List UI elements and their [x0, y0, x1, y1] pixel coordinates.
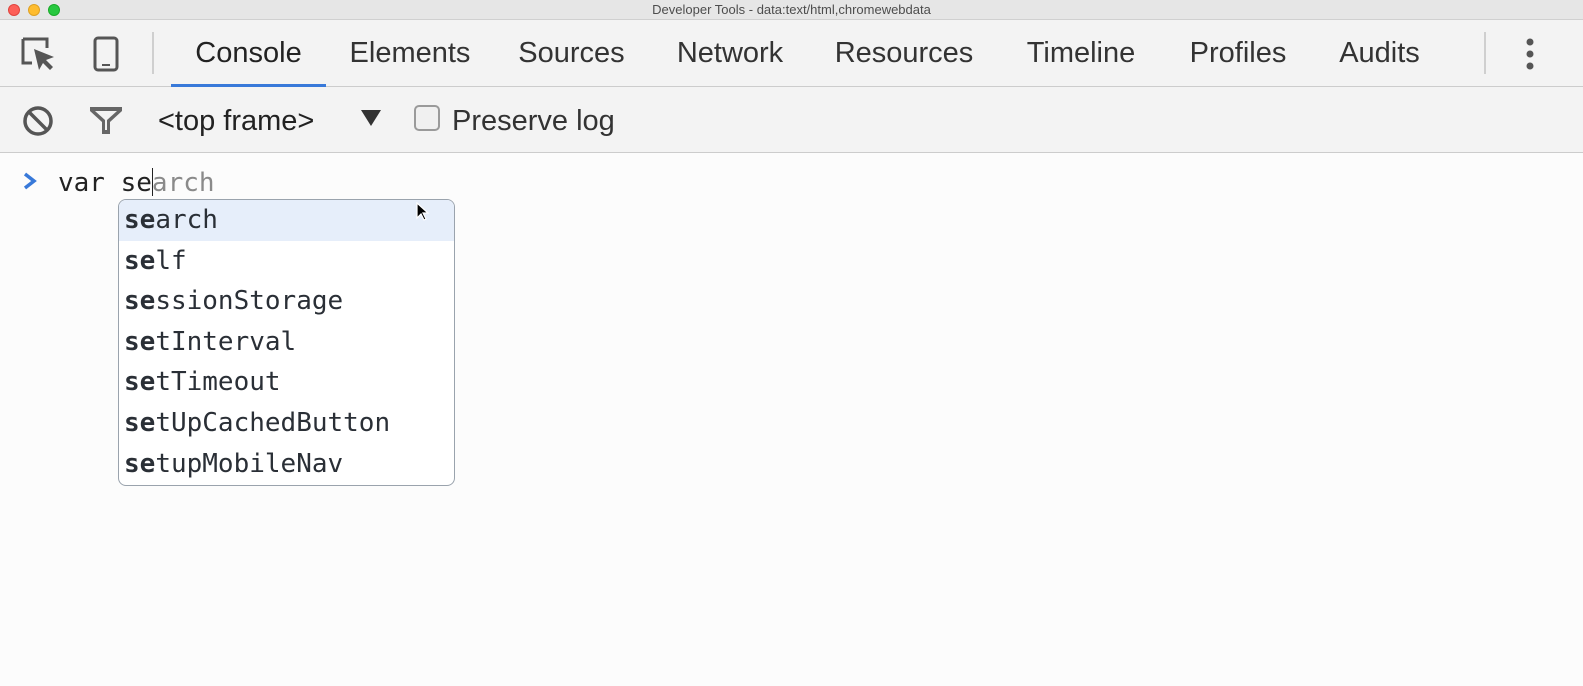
- autocomplete-item-prefix: se: [124, 205, 156, 235]
- autocomplete-item[interactable]: sessionStorage: [119, 281, 454, 322]
- autocomplete-item-prefix: se: [124, 326, 156, 357]
- autocomplete-item[interactable]: search: [119, 200, 454, 241]
- toolbar-divider: [1484, 32, 1486, 74]
- console-input-text: var se: [58, 168, 152, 198]
- console-prompt: [22, 171, 38, 196]
- inspect-element-icon: [21, 37, 54, 70]
- autocomplete-item[interactable]: setUpCachedButton: [119, 403, 454, 444]
- autocomplete-item-rest: arch: [155, 205, 218, 235]
- mouse-pointer: [416, 201, 430, 227]
- autocomplete-dropdown[interactable]: search self sessionStorage setInterval s…: [118, 199, 455, 486]
- prompt-chevron-icon: [23, 172, 37, 190]
- clear-console-button[interactable]: [18, 101, 58, 141]
- console-panel[interactable]: var search search self sessionStorage se…: [0, 153, 1583, 686]
- frame-selector-dropdown[interactable]: [360, 109, 382, 132]
- autocomplete-item-prefix: se: [124, 286, 156, 317]
- tab-resources[interactable]: Resources: [820, 20, 988, 86]
- tab-console[interactable]: Console: [171, 20, 326, 87]
- autocomplete-item-rest: ssionStorage: [155, 286, 344, 317]
- panel-tab-bar: Console Elements Sources Network Resourc…: [0, 20, 1583, 87]
- autocomplete-item-rest: tInterval: [155, 326, 297, 357]
- autocomplete-item[interactable]: setInterval: [119, 322, 454, 363]
- autocomplete-item[interactable]: self: [119, 241, 454, 282]
- tab-sources[interactable]: Sources: [504, 20, 639, 86]
- devtools-window: Developer Tools - data:text/html,chromew…: [0, 0, 1583, 686]
- console-input[interactable]: var search: [58, 165, 215, 201]
- tab-audits[interactable]: Audits: [1322, 20, 1437, 86]
- autocomplete-item[interactable]: setupMobileNav: [119, 444, 454, 485]
- more-vertical-icon: [1526, 38, 1534, 70]
- autocomplete-item-rest: lf: [155, 245, 187, 276]
- clear-console-icon: [23, 106, 53, 136]
- window-title: Developer Tools - data:text/html,chromew…: [652, 2, 931, 17]
- console-input-ghost-completion: arch: [151, 168, 215, 198]
- autocomplete-item-rest: tUpCachedButton: [155, 407, 391, 438]
- more-menu-button[interactable]: [1512, 34, 1548, 74]
- device-mode-icon: [93, 36, 119, 72]
- inspect-element-button[interactable]: [18, 34, 60, 74]
- filter-icon: [90, 107, 122, 134]
- autocomplete-item-prefix: se: [124, 407, 156, 438]
- tab-network[interactable]: Network: [658, 20, 802, 86]
- autocomplete-item-prefix: se: [124, 367, 156, 398]
- device-mode-button[interactable]: [86, 34, 126, 74]
- mouse-pointer-icon: [416, 201, 430, 221]
- autocomplete-item-rest: tTimeout: [155, 367, 281, 398]
- console-toolbar: <top frame> Preserve log: [0, 87, 1583, 153]
- preserve-log-checkbox[interactable]: [414, 105, 440, 131]
- toolbar-divider: [152, 32, 154, 74]
- tab-elements[interactable]: Elements: [334, 20, 486, 86]
- preserve-log-label[interactable]: Preserve log: [452, 101, 615, 141]
- tab-profiles[interactable]: Profiles: [1173, 20, 1303, 86]
- filter-button[interactable]: [86, 101, 126, 141]
- frame-selector[interactable]: <top frame>: [158, 101, 314, 141]
- title-bar: Developer Tools - data:text/html,chromew…: [0, 0, 1583, 20]
- autocomplete-item-prefix: se: [124, 245, 156, 276]
- autocomplete-item[interactable]: setTimeout: [119, 362, 454, 403]
- dropdown-triangle-icon: [361, 110, 381, 126]
- tab-timeline[interactable]: Timeline: [1006, 20, 1156, 86]
- autocomplete-item-rest: tupMobileNav: [155, 448, 344, 479]
- autocomplete-item-prefix: se: [124, 448, 156, 479]
